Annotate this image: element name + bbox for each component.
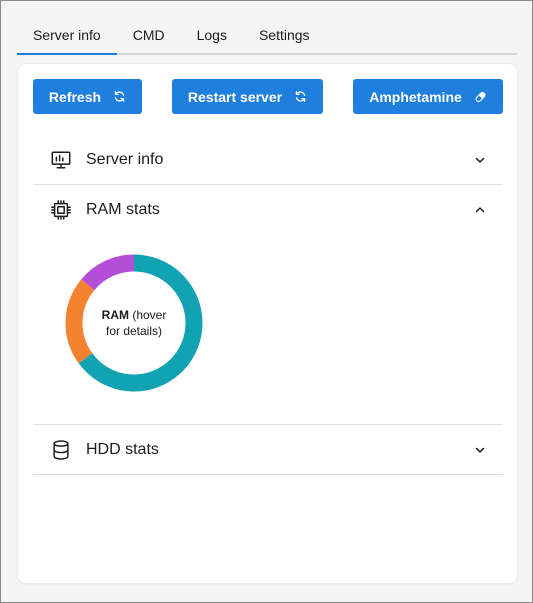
- pill-icon: [474, 90, 487, 103]
- refresh-icon: [113, 90, 126, 103]
- cpu-chip-icon: [50, 199, 72, 221]
- ram-donut-svg: [65, 254, 203, 392]
- ram-stats-header[interactable]: RAM stats: [33, 185, 503, 234]
- restart-server-button-label: Restart server: [187, 88, 283, 105]
- tab-logs[interactable]: Logs: [181, 19, 243, 53]
- restart-icon: [294, 90, 307, 103]
- ram-stats-title: RAM stats: [86, 200, 160, 218]
- monitor-icon: [50, 149, 72, 171]
- server-info-section: Server info: [33, 135, 503, 184]
- divider: [33, 474, 503, 475]
- hdd-stats-title: HDD stats: [86, 440, 159, 458]
- amphetamine-button[interactable]: Amphetamine: [353, 79, 503, 114]
- chevron-down-icon: [474, 154, 486, 166]
- app-frame: Server info CMD Logs Settings Refresh Re…: [0, 0, 533, 603]
- ram-stats-section: RAM stats: [33, 185, 503, 234]
- ram-donut-chart[interactable]: RAM (hover for details): [65, 254, 203, 392]
- chevron-down-icon: [474, 444, 486, 456]
- amphetamine-button-label: Amphetamine: [369, 88, 462, 105]
- server-info-title: Server info: [86, 150, 164, 168]
- tab-settings[interactable]: Settings: [243, 19, 326, 53]
- refresh-button[interactable]: Refresh: [33, 79, 142, 114]
- server-info-header[interactable]: Server info: [33, 135, 503, 184]
- tab-bar: Server info CMD Logs Settings: [17, 19, 517, 55]
- hdd-stats-header[interactable]: HDD stats: [33, 425, 503, 474]
- refresh-button-label: Refresh: [48, 88, 102, 105]
- hdd-stats-section: HDD stats: [33, 425, 503, 474]
- database-icon: [50, 439, 72, 461]
- tab-cmd[interactable]: CMD: [117, 19, 181, 53]
- restart-server-button[interactable]: Restart server: [172, 79, 323, 114]
- chevron-up-icon: [474, 204, 486, 216]
- tab-server-info[interactable]: Server info: [17, 19, 117, 55]
- server-info-card: Refresh Restart server Amphetamine Serve…: [18, 64, 517, 583]
